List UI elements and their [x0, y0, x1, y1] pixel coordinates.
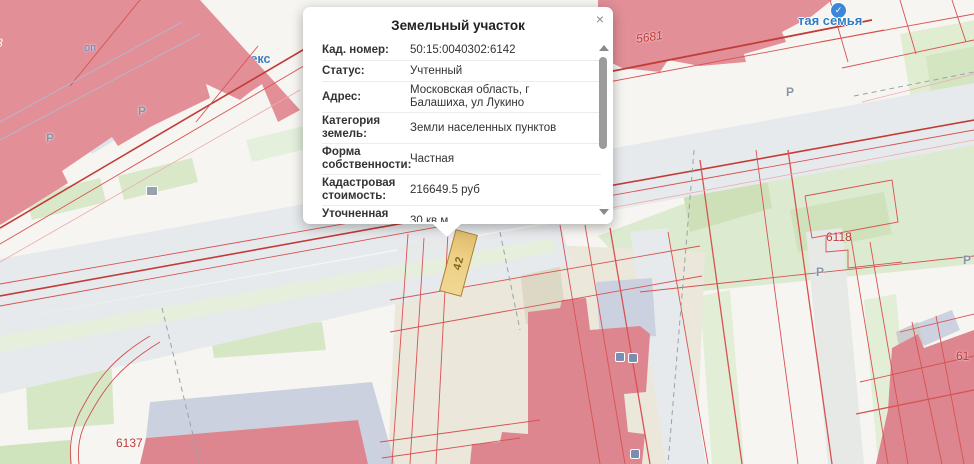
family-poi-label[interactable]: тая семья — [798, 13, 862, 28]
attribute-row: Адрес: Московская область, г Балашиха, у… — [322, 82, 601, 113]
attribute-label: Форма собственности: — [322, 146, 410, 172]
map-canvas[interactable]: Яндекс — [0, 0, 974, 464]
attribute-value: 50:15:0040302:6142 — [410, 44, 577, 57]
selected-parcel-label: 42 — [451, 255, 466, 272]
street-label-fragment: оп — [84, 42, 96, 54]
parking-label: Р — [786, 85, 794, 99]
parking-label: Р — [963, 253, 971, 267]
scroll-up-icon[interactable] — [599, 45, 609, 51]
parking-label: Р — [138, 104, 146, 118]
close-icon[interactable]: × — [596, 12, 604, 26]
attribute-row: Форма собственности: Частная — [322, 144, 601, 175]
parcel-info-popup: × Земельный участок Кад. номер: 50:15:00… — [303, 7, 613, 224]
attribute-label: Кадастровая стоимость: — [322, 177, 410, 203]
house-number-label: 8 — [0, 36, 3, 50]
parcel-number-bottom-right: 61 — [956, 349, 969, 363]
parcel-attributes-list[interactable]: Кад. номер: 50:15:0040302:6142 Статус: У… — [322, 40, 601, 222]
attribute-label: Категория земель: — [322, 115, 410, 141]
entrance-icon — [628, 353, 638, 363]
attribute-row: Уточненная площадь: 30 кв.м — [322, 206, 601, 222]
attribute-value: Земли населенных пунктов — [410, 122, 577, 135]
entrance-icon — [615, 352, 625, 362]
building-top-right — [598, 0, 832, 72]
entrance-icon — [630, 449, 640, 459]
popup-pointer — [433, 224, 461, 237]
parking-label: Р — [46, 131, 54, 145]
parcel-number-6118: 6118 — [826, 230, 852, 244]
attribute-value: Частная — [410, 153, 577, 166]
attribute-value: Московская область, г Балашиха, ул Лукин… — [410, 84, 577, 110]
attribute-value: Учтенный — [410, 65, 577, 78]
attribute-label: Статус: — [322, 65, 410, 78]
transit-stop-icon — [146, 186, 158, 196]
attribute-label: Уточненная площадь: — [322, 208, 410, 222]
popup-scrollbar[interactable] — [597, 45, 610, 215]
parcel-number-6137: 6137 — [116, 436, 143, 450]
scroll-down-icon[interactable] — [599, 209, 609, 215]
parking-label: Р — [816, 265, 824, 279]
attribute-row: Кад. номер: 50:15:0040302:6142 — [322, 40, 601, 61]
scrollbar-thumb[interactable] — [599, 57, 607, 149]
attribute-row: Кадастровая стоимость: 216649.5 руб — [322, 175, 601, 206]
attribute-label: Кад. номер: — [322, 44, 410, 57]
attribute-row: Статус: Учтенный — [322, 61, 601, 82]
attribute-value: 30 кв.м — [410, 215, 577, 223]
popup-title: Земельный участок — [303, 18, 613, 33]
attribute-label: Адрес: — [322, 91, 410, 104]
attribute-row: Категория земель: Земли населенных пункт… — [322, 113, 601, 144]
attribute-value: 216649.5 руб — [410, 184, 577, 197]
